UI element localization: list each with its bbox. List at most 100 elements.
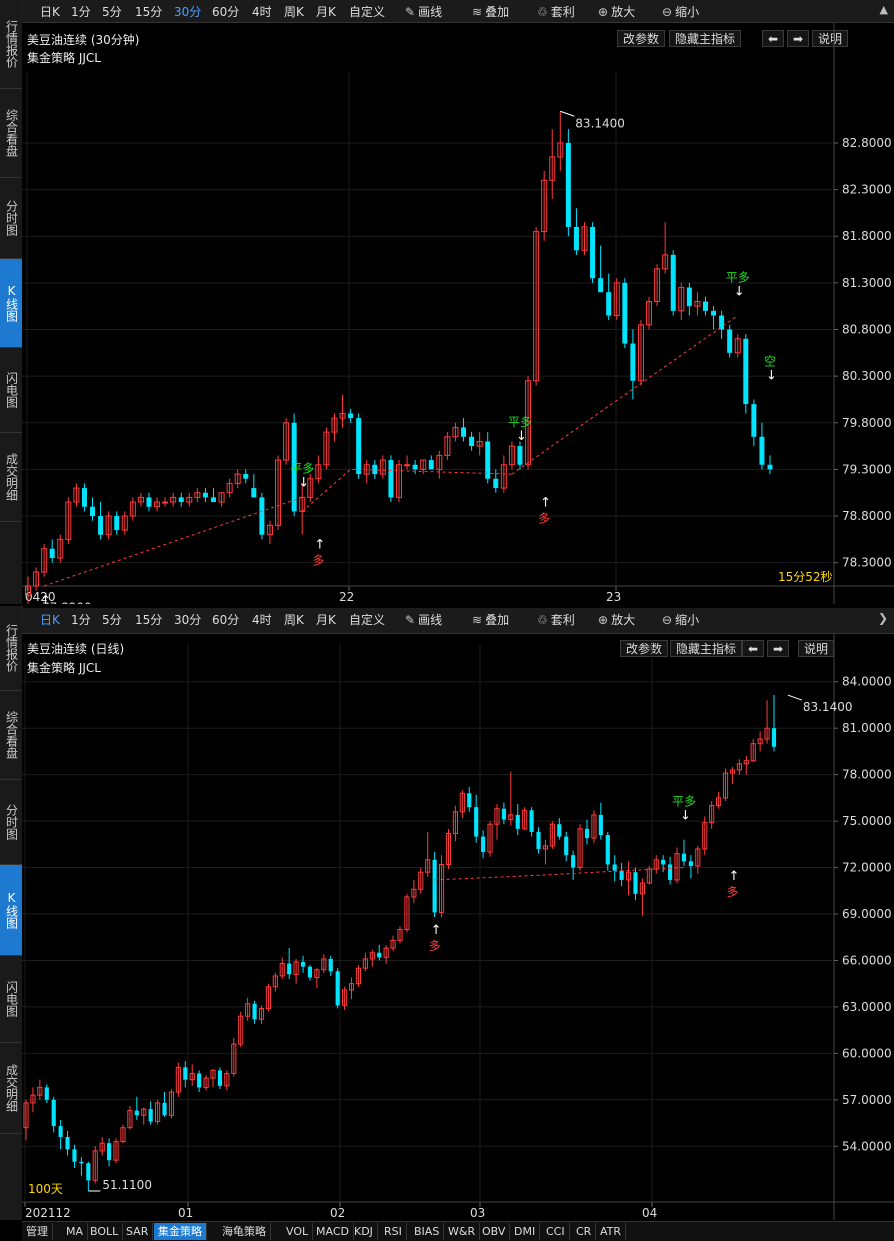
period-tab-0[interactable]: 日K [40,3,60,20]
candle-body [501,808,506,820]
indicator-tab[interactable]: RSI [380,1223,407,1240]
period-tab-0[interactable]: 日K [40,611,60,628]
candle-body [529,810,534,832]
sidebar-item-quotes[interactable]: 行情报价 [0,606,22,691]
sidebar-item-overview[interactable]: 综合看盘 [0,89,22,178]
candle-body [633,872,638,894]
candle-body [517,446,523,465]
period-tab-7[interactable]: 周K [284,3,304,20]
arbitrage-icon: ♲ [537,5,548,19]
candle-body [759,436,765,465]
period-tab-4[interactable]: 30分 [174,611,201,628]
sidebar-item-flash[interactable]: 闪电图 [0,348,22,433]
sidebar-item-kline[interactable]: K线图 [0,865,22,956]
period-tab-3[interactable]: 15分 [135,3,162,20]
y-tick-label: 79.8000 [842,416,892,430]
indicator-tab[interactable]: 管理 [22,1223,53,1240]
candle-body [571,855,576,868]
candle-body [467,793,472,808]
candle-body [432,859,437,913]
chart-top[interactable]: 美豆油连续 (30分钟) 集金策略 JJCL 改参数 隐藏主指标 ⬅ ➡ 说明 … [22,23,894,604]
candle-body [481,836,486,853]
pencil-tool-button[interactable]: ✎ 画线 [405,611,442,628]
sidebar-item-trades[interactable]: 成交明细 [0,1043,22,1134]
period-tab-8[interactable]: 月K [316,3,336,20]
candle-body [388,460,394,498]
sidebar-item-overview[interactable]: 综合看盘 [0,691,22,780]
candle-body [612,864,617,871]
tool-label: 套利 [550,5,575,19]
period-tab-2[interactable]: 5分 [102,611,122,628]
indicator-tab[interactable]: OBV [478,1223,511,1240]
indicator-tab[interactable]: VOL [282,1223,314,1240]
indicator-tab[interactable]: W&R [444,1223,481,1240]
period-tab-9[interactable]: 自定义 [349,3,385,20]
candle-body [661,859,666,865]
period-tab-6[interactable]: 4时 [252,3,272,20]
indicator-tab[interactable]: 海龟策略 [218,1223,271,1240]
signal-arrow: ↑ [728,869,739,884]
indicator-tab[interactable]: ATR [596,1223,627,1240]
indicator-tab[interactable]: KDJ [350,1223,378,1240]
period-tab-1[interactable]: 1分 [71,3,91,20]
sidebar-item-flash[interactable]: 闪电图 [0,956,22,1043]
toolbar-top: 日K 1分 5分 15分 30分 60分 4时 周K 月K 自定义 ✎ 画线 ≋ 叠加 ♲ 套利 ⊕ 放大 ⊖ 缩小 … [22,0,894,23]
stack-tool-button[interactable]: ≋ 叠加 [472,3,509,20]
tool-label: 画线 [418,613,443,627]
sidebar-item-timeshare[interactable]: 分时图 [0,780,22,865]
zoom-out-tool-button[interactable]: ⊖ 缩小 [662,3,699,20]
zoom-in-tool-button[interactable]: ⊕ 放大 [598,3,635,20]
candle-body [81,488,87,507]
candle-body [58,1126,63,1137]
period-tab-8[interactable]: 月K [316,611,336,628]
period-tab-1[interactable]: 1分 [71,611,91,628]
sidebar-item-timeshare[interactable]: 分时图 [0,178,22,259]
signal-arrow: ↑ [540,496,551,511]
candle-body [606,292,612,316]
period-tab-7[interactable]: 周K [284,611,304,628]
x-tick-label: 03 [470,1206,485,1220]
indicator-tab[interactable]: MA [62,1223,89,1240]
period-tab-6[interactable]: 4时 [252,611,272,628]
signal-arrow: ↓ [680,809,691,824]
indicator-tab[interactable]: BOLL [86,1223,124,1240]
pencil-tool-button[interactable]: ✎ 画线 [405,3,442,20]
arbitrage-tool-button[interactable]: ♲ 套利 [537,3,575,20]
sidebar-item-quotes[interactable]: 行情报价 [0,0,22,89]
zoom-out-tool-button[interactable]: ⊖ 缩小 [662,611,699,628]
indicator-tab[interactable]: BIAS [410,1223,445,1240]
signal-label-close: 平多 [726,271,750,285]
period-tab-5[interactable]: 60分 [212,611,239,628]
candle-body [134,1110,139,1116]
y-tick-label: 80.8000 [842,323,892,337]
period-tab-2[interactable]: 5分 [102,3,122,20]
indicator-tab[interactable]: CR [572,1223,597,1240]
stack-tool-button[interactable]: ≋ 叠加 [472,611,509,628]
indicator-tab[interactable]: DMI [510,1223,541,1240]
period-tab-4[interactable]: 30分 [174,3,201,20]
period-tab-9[interactable]: 自定义 [349,611,385,628]
scroll-right-button[interactable]: ❯ [878,611,888,625]
indicator-tab[interactable]: 集金策略 [154,1223,207,1240]
signal-label-close: 平多 [508,415,532,429]
countdown-timer: 15分52秒 [778,570,833,584]
period-tab-3[interactable]: 15分 [135,611,162,628]
indicator-tab[interactable]: CCI [542,1223,570,1240]
candlestick-chart-30min[interactable]: 82.8000 82.3000 81.8000 81.3000 80.8000 80.30… [22,23,894,604]
period-tab-5[interactable]: 60分 [212,3,239,20]
candle-body [252,1003,257,1020]
indicator-tab[interactable]: SAR [122,1223,154,1240]
candlestick-chart-daily[interactable]: 84.0000 81.0000 78.0000 75.0000 72.0000 69.00… [22,634,894,1220]
indicator-tab[interactable]: MACD [312,1223,354,1240]
sidebar-item-kline[interactable]: K线图 [0,259,22,348]
sidebar-item-trades[interactable]: 成交明细 [0,433,22,522]
arbitrage-tool-button[interactable]: ♲ 套利 [537,611,575,628]
signal-label-buy: 多 [429,939,441,953]
chart-bottom[interactable]: 美豆油连续 (日线) 集金策略 JJCL 改参数 隐藏主指标 ⬅ ➡ 说明 84… [22,634,894,1220]
candle-body [243,474,249,479]
scroll-up-button[interactable]: ▲ [880,3,888,16]
candle-body [86,1163,91,1181]
candle-body [72,1149,77,1162]
zoom-in-tool-button[interactable]: ⊕ 放大 [598,611,635,628]
signal-label-close: 空 [764,354,776,368]
